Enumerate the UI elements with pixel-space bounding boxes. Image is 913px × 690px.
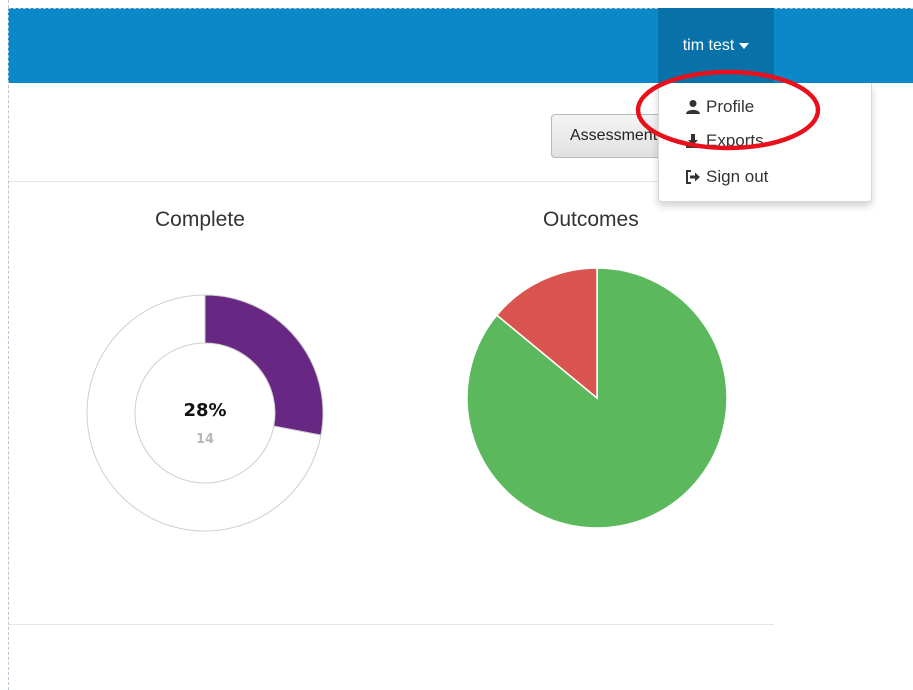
download-icon (686, 134, 700, 148)
dropdown-item-label: Sign out (706, 167, 769, 186)
dropdown-item-profile[interactable]: Profile (685, 97, 754, 117)
dropdown-item-label: Profile (706, 97, 755, 116)
complete-percent-label: 28% (183, 400, 227, 421)
dropdown-item-exports[interactable]: Exports (685, 131, 764, 151)
user-icon (686, 100, 700, 114)
dropdown-item-label: Exports (706, 131, 764, 150)
complete-count-label: 14 (195, 432, 215, 447)
dropdown-item-sign-out[interactable]: Sign out (685, 167, 768, 187)
user-dropdown-menu: Profile Exports Sign out (658, 83, 872, 202)
sign-out-icon (686, 170, 700, 184)
